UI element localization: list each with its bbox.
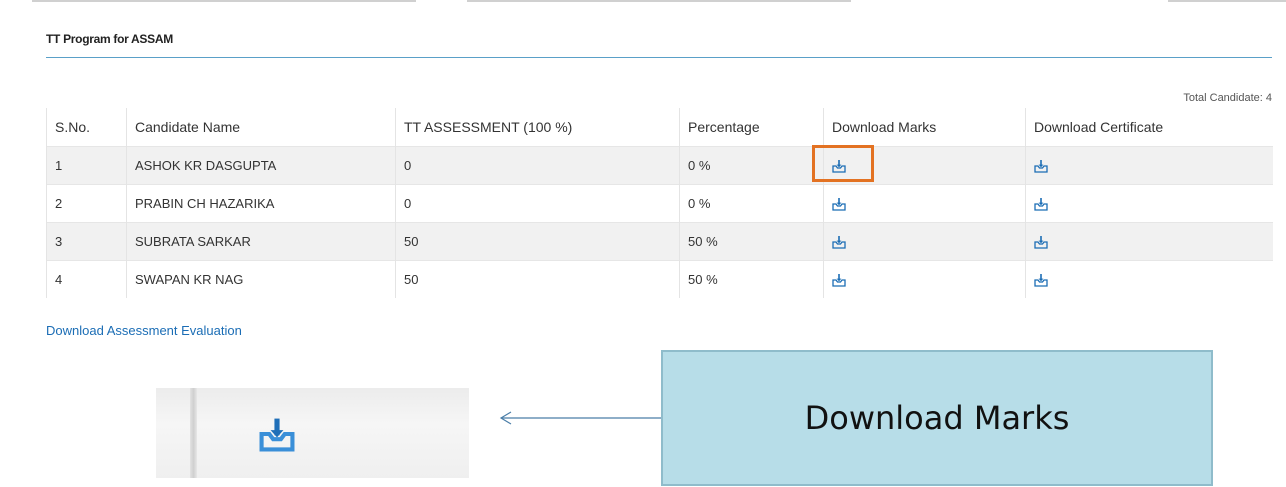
cell-score: 50 (395, 222, 680, 261)
cell-score: 0 (395, 184, 680, 223)
callout-box: Download Marks (661, 350, 1213, 486)
cell-percentage: 50 % (679, 260, 824, 298)
cell-download-marks (823, 184, 1026, 223)
table-row: 3 SUBRATA SARKAR 50 50 % (46, 222, 1273, 261)
inset-divider (190, 388, 197, 478)
cell-name: SUBRATA SARKAR (126, 222, 396, 261)
cell-sno: 2 (46, 184, 127, 223)
cell-download-certificate (1025, 222, 1273, 261)
cell-download-certificate (1025, 146, 1273, 185)
cell-percentage: 50 % (679, 222, 824, 261)
cell-score: 50 (395, 260, 680, 298)
col-header-percentage: Percentage (679, 108, 824, 147)
download-icon (259, 418, 295, 452)
total-candidates: Total Candidate: 4 (1183, 92, 1272, 104)
filter-field-2[interactable] (467, 0, 851, 2)
table-row: 4 SWAPAN KR NAG 50 50 % (46, 260, 1273, 298)
cell-sno: 1 (46, 146, 127, 185)
col-header-assessment: TT ASSESSMENT (100 %) (395, 108, 680, 147)
cell-download-marks (823, 260, 1026, 298)
download-marks-icon[interactable] (832, 197, 846, 211)
cell-score: 0 (395, 146, 680, 185)
col-header-name: Candidate Name (126, 108, 396, 147)
download-certificate-icon[interactable] (1034, 273, 1048, 287)
download-marks-icon[interactable] (832, 273, 846, 287)
table-row: 1 ASHOK KR DASGUPTA 0 0 % (46, 146, 1273, 185)
col-header-download-certificate: Download Certificate (1025, 108, 1273, 147)
cell-sno: 3 (46, 222, 127, 261)
cell-sno: 4 (46, 260, 127, 298)
table-header-row: S.No. Candidate Name TT ASSESSMENT (100 … (46, 108, 1273, 147)
col-header-sno: S.No. (46, 108, 127, 147)
download-marks-icon[interactable] (832, 159, 846, 173)
table-row: 2 PRABIN CH HAZARIKA 0 0 % (46, 184, 1273, 223)
cell-percentage: 0 % (679, 146, 824, 185)
filter-field-1[interactable] (32, 0, 416, 2)
arrow-left-icon (499, 411, 663, 425)
col-header-download-marks: Download Marks (823, 108, 1026, 147)
download-certificate-icon[interactable] (1034, 159, 1048, 173)
download-certificate-icon[interactable] (1034, 197, 1048, 211)
callout-label: Download Marks (804, 399, 1070, 437)
cell-name: ASHOK KR DASGUPTA (126, 146, 396, 185)
cell-download-marks (823, 222, 1026, 261)
download-certificate-icon[interactable] (1034, 235, 1048, 249)
cell-name: PRABIN CH HAZARIKA (126, 184, 396, 223)
cell-name: SWAPAN KR NAG (126, 260, 396, 298)
cell-percentage: 0 % (679, 184, 824, 223)
candidate-table: S.No. Candidate Name TT ASSESSMENT (100 … (46, 108, 1273, 298)
cell-download-marks (823, 146, 1026, 185)
section-title: TT Program for ASSAM (46, 32, 173, 46)
zoomed-icon-inset (156, 388, 469, 478)
download-marks-icon[interactable] (832, 235, 846, 249)
cell-download-certificate (1025, 184, 1273, 223)
section-divider (46, 57, 1272, 58)
download-assessment-evaluation-link[interactable]: Download Assessment Evaluation (46, 323, 242, 338)
cell-download-certificate (1025, 260, 1273, 298)
top-right-button[interactable] (1168, 0, 1286, 2)
